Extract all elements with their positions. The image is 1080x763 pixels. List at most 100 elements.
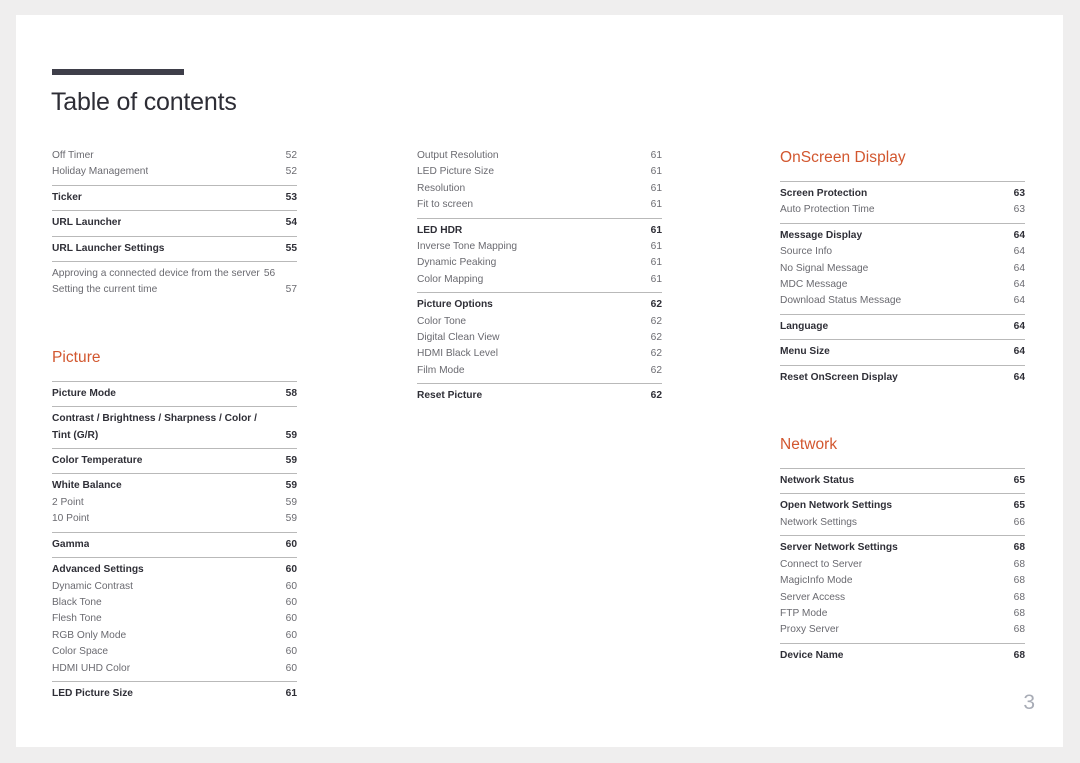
toc-entry[interactable]: Reset Picture 62 [417, 388, 662, 404]
toc-entry-label: HDMI Black Level [417, 348, 498, 360]
toc-entry[interactable]: Off Timer 52 [52, 148, 297, 164]
toc-entry[interactable]: Output Resolution 61 [417, 148, 662, 164]
toc-entry[interactable]: Network Status 65 [780, 473, 1025, 489]
toc-entry-page: 62 [650, 332, 662, 344]
toc-entry-page: 53 [285, 191, 297, 203]
toc-entry[interactable]: Server Access 68 [780, 590, 1025, 606]
toc-entry[interactable]: Source Info 64 [780, 244, 1025, 260]
toc-entry[interactable]: Menu Size 64 [780, 344, 1025, 360]
toc-entry-page: 61 [285, 687, 297, 699]
toc-entry[interactable]: Device Name 68 [780, 648, 1025, 664]
toc-entry[interactable]: Picture Mode 58 [52, 386, 297, 402]
toc-entry-label: Connect to Server [780, 558, 863, 570]
toc-entry-page: 68 [1013, 575, 1025, 587]
toc-entry[interactable]: Color Space 60 [52, 644, 297, 660]
toc-entry-page: 59 [285, 513, 297, 525]
toc-entry-page: 52 [285, 150, 297, 161]
toc-entry-page: 60 [285, 564, 297, 576]
toc-entry[interactable]: MDC Message 64 [780, 277, 1025, 293]
toc-entry-page: 61 [650, 182, 662, 194]
toc-entry[interactable]: URL Launcher Settings 55 [52, 241, 297, 257]
toc-entry[interactable]: Server Network Settings 68 [780, 540, 1025, 556]
toc-entry[interactable]: Network Settings 66 [780, 515, 1025, 531]
toc-entry[interactable]: 2 Point 59 [52, 495, 297, 511]
toc-entry[interactable]: Holiday Management 52 [52, 164, 297, 180]
toc-entry-page: 64 [1013, 279, 1025, 291]
toc-entry-label: Gamma [52, 538, 90, 550]
toc-entry[interactable]: Gamma 60 [52, 537, 297, 553]
toc-group: Open Network Settings 65 Network Settings 6… [780, 493, 1025, 535]
toc-entry[interactable]: Dynamic Peaking 61 [417, 255, 662, 271]
toc-entry[interactable]: Message Display 64 [780, 228, 1025, 244]
toc-entry[interactable]: Color Mapping 61 [417, 272, 662, 288]
toc-entry-label: Language [780, 320, 829, 332]
toc-entry[interactable]: Inverse Tone Mapping 61 [417, 239, 662, 255]
toc-entry-page: 64 [1013, 346, 1025, 358]
toc-entry[interactable]: White Balance 59 [52, 478, 297, 494]
toc-entry[interactable]: Ticker 53 [52, 190, 297, 206]
toc-entry[interactable]: Proxy Server 68 [780, 622, 1025, 638]
toc-entry[interactable]: FTP Mode 68 [780, 606, 1025, 622]
section-heading: OnScreen Display [780, 149, 906, 166]
toc-entry-page: 64 [1013, 262, 1025, 274]
toc-entry[interactable]: Digital Clean View 62 [417, 330, 662, 346]
toc-entry-page: 59 [285, 455, 297, 467]
toc-column-3: OnScreen Display Screen Protection 63 Auto … [780, 148, 1025, 668]
toc-entry[interactable]: Contrast / Brightness / Sharpness / Colo… [52, 411, 297, 444]
toc-entry-page: 63 [1013, 204, 1025, 216]
toc-entry[interactable]: Open Network Settings 65 [780, 498, 1025, 514]
toc-group: Picture Options 62 Color Tone 62 Digital Cle… [417, 292, 662, 383]
toc-entry-page: 63 [1013, 188, 1025, 199]
toc-entry[interactable]: RGB Only Mode 60 [52, 628, 297, 644]
toc-entry[interactable]: Setting the current time 57 [52, 282, 297, 298]
toc-entry-label: Auto Protection Time [780, 204, 875, 216]
toc-entry[interactable]: Screen Protection 63 [780, 186, 1025, 202]
toc-entry[interactable]: Reset OnScreen Display 64 [780, 370, 1025, 386]
toc-entry-label: FTP Mode [780, 607, 828, 619]
title-rule [52, 69, 184, 75]
toc-entry[interactable]: URL Launcher 54 [52, 215, 297, 231]
toc-entry[interactable]: Flesh Tone 60 [52, 611, 297, 627]
toc-entry[interactable]: HDMI UHD Color 60 [52, 661, 297, 677]
toc-entry[interactable]: 10 Point 59 [52, 511, 297, 527]
toc-entry[interactable]: Dynamic Contrast 60 [52, 579, 297, 595]
toc-group: Gamma 60 [52, 531, 297, 557]
toc-group: Reset Picture 62 [417, 383, 662, 408]
toc-entry[interactable]: Color Tone 62 [417, 314, 662, 330]
toc-entry[interactable]: HDMI Black Level 62 [417, 346, 662, 362]
toc-entry[interactable]: Download Status Message 64 [780, 293, 1025, 309]
toc-entry[interactable]: LED HDR 61 [417, 223, 662, 239]
toc-entry-page: 68 [1013, 649, 1025, 661]
toc-entry[interactable]: Black Tone 60 [52, 595, 297, 611]
toc-entry[interactable]: MagicInfo Mode 68 [780, 573, 1025, 589]
toc-entry-page: 60 [285, 538, 297, 550]
toc-entry[interactable]: Fit to screen 61 [417, 197, 662, 213]
toc-group: LED Picture Size 61 [52, 680, 297, 706]
toc-group: Off Timer 52 Holiday Management 52 [52, 148, 297, 185]
toc-entry[interactable]: LED Picture Size 61 [417, 164, 662, 180]
toc-entry-page: 64 [1013, 371, 1025, 383]
toc-entry[interactable]: Connect to Server 68 [780, 557, 1025, 573]
toc-entry-label: Server Access [780, 591, 846, 603]
toc-entry[interactable]: No Signal Message 64 [780, 261, 1025, 277]
toc-entry-page: 60 [285, 580, 297, 592]
toc-entry[interactable]: Color Temperature 59 [52, 453, 297, 469]
toc-entry[interactable]: Advanced Settings 60 [52, 562, 297, 578]
toc-entry-label: URL Launcher [52, 217, 122, 229]
toc-entry-page: 68 [1013, 542, 1025, 554]
toc-group: Ticker 53 [52, 184, 297, 210]
toc-entry-page: 68 [1013, 624, 1025, 636]
toc-entry[interactable]: Approving a connected device from the se… [52, 266, 297, 282]
toc-entry-label: Output Resolution [417, 150, 499, 161]
toc-entry[interactable]: Resolution 61 [417, 181, 662, 197]
toc-entry-label: Color Space [52, 646, 109, 658]
toc-group: Contrast / Brightness / Sharpness / Colo… [52, 406, 297, 448]
toc-entry-page: 61 [650, 199, 662, 211]
toc-entry[interactable]: Picture Options 62 [417, 297, 662, 313]
toc-entry-page: 59 [285, 496, 297, 508]
toc-entry-page: 59 [285, 480, 297, 492]
toc-entry[interactable]: Auto Protection Time 63 [780, 202, 1025, 218]
toc-entry[interactable]: Language 64 [780, 319, 1025, 335]
toc-entry[interactable]: LED Picture Size 61 [52, 686, 297, 702]
toc-entry[interactable]: Film Mode 62 [417, 363, 662, 379]
